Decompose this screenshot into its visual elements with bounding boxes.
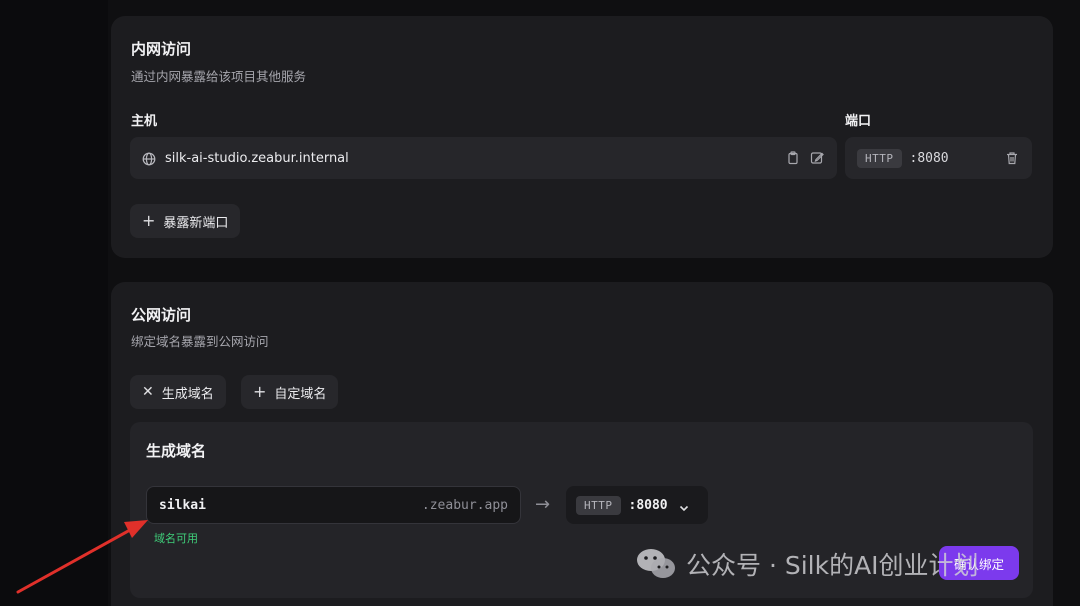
chevron-down-icon	[678, 499, 690, 512]
wechat-icon	[636, 547, 676, 581]
domain-input[interactable]: silkai .zeabur.app	[146, 486, 521, 524]
internal-access-card: 内网访问 通过内网暴露给该项目其他服务 主机 端口 silk-ai-studio…	[111, 16, 1053, 258]
host-label: 主机	[131, 114, 158, 129]
internal-subtitle: 通过内网暴露给该项目其他服务	[131, 69, 307, 84]
public-title: 公网访问	[131, 306, 192, 324]
globe-icon	[142, 151, 156, 166]
port-label: 端口	[845, 114, 872, 129]
domain-available-status: 域名可用	[154, 532, 198, 545]
port-protocol-badge: HTTP	[857, 148, 902, 168]
public-subtitle: 绑定域名暴露到公网访问	[131, 334, 269, 349]
arrow-right-icon: →	[535, 494, 551, 515]
custom-domain-label: 自定域名	[274, 386, 327, 402]
host-value: silk-ai-studio.zeabur.internal	[165, 150, 349, 166]
trash-icon[interactable]	[1004, 150, 1020, 166]
custom-domain-button[interactable]: + 自定域名	[241, 375, 339, 409]
port-select[interactable]: HTTP :8080	[566, 486, 708, 524]
watermark: 公众号 · Silk的AI创业计划	[636, 546, 979, 582]
internal-title: 内网访问	[131, 40, 192, 58]
left-gutter	[0, 0, 108, 606]
port-select-protocol: HTTP	[576, 495, 621, 515]
expose-port-label: 暴露新端口	[163, 215, 229, 231]
plus-icon: +	[253, 382, 267, 401]
plus-icon: +	[142, 211, 156, 230]
port-select-value: :8080	[628, 497, 668, 513]
watermark-text: 公众号 · Silk的AI创业计划	[686, 551, 979, 580]
port-field: HTTP :8080	[845, 137, 1032, 179]
edit-icon[interactable]	[809, 150, 825, 166]
port-value: :8080	[909, 150, 949, 166]
domain-suffix: .zeabur.app	[421, 497, 508, 513]
host-field: silk-ai-studio.zeabur.internal	[130, 137, 837, 179]
domain-input-value: silkai	[159, 497, 206, 513]
expose-port-button[interactable]: + 暴露新端口	[130, 204, 241, 238]
generated-domain-title: 生成域名	[146, 442, 207, 460]
generate-domain-button[interactable]: ✕ 生成域名	[130, 375, 226, 409]
close-icon: ✕	[142, 384, 154, 400]
generate-domain-label: 生成域名	[161, 386, 214, 402]
copy-icon[interactable]	[785, 150, 801, 166]
